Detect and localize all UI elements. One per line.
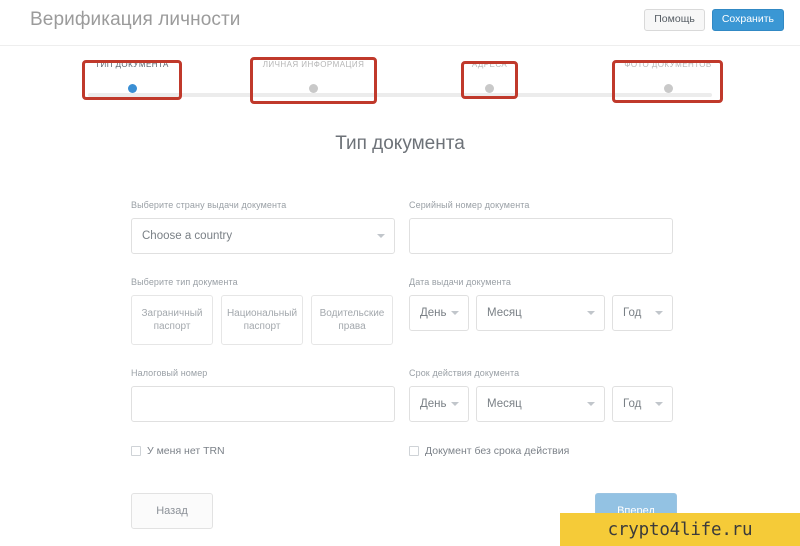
step-document-photos[interactable]: ФОТО ДОКУМЕНТОВ xyxy=(617,60,719,93)
field-tax-number: Налоговый номер xyxy=(131,368,395,422)
verification-form: Выберите страну выдачи документа Choose … xyxy=(131,200,673,480)
chevron-down-icon xyxy=(451,311,459,315)
stepper-track xyxy=(88,93,712,97)
chevron-down-icon xyxy=(587,402,595,406)
country-select[interactable]: Choose a country xyxy=(131,218,395,254)
expiry-date-month-value: Месяц xyxy=(487,398,522,410)
form-row-2: Выберите тип документа Заграничный паспо… xyxy=(131,277,673,345)
issue-date-day-value: День xyxy=(420,307,447,319)
expiry-date-year-select[interactable]: Год xyxy=(612,386,673,422)
no-expiry-checkbox-row[interactable]: Документ без срока действия xyxy=(409,445,673,457)
form-row-1: Выберите страну выдачи документа Choose … xyxy=(131,200,673,254)
help-button[interactable]: Помощь xyxy=(644,9,705,31)
no-trn-checkbox-row[interactable]: У меня нет TRN xyxy=(131,445,395,457)
expiry-date-group: День Месяц Год xyxy=(409,386,673,422)
chevron-down-icon xyxy=(655,402,663,406)
chevron-down-icon xyxy=(451,402,459,406)
form-row-3: Налоговый номер Срок действия документа … xyxy=(131,368,673,422)
step-personal-information[interactable]: ЛИЧНАЯ ИНФОРМАЦИЯ xyxy=(255,60,372,93)
watermark-banner: crypto4life.ru xyxy=(560,513,800,546)
document-type-options: Заграничный паспорт Национальный паспорт… xyxy=(131,295,395,345)
expiry-date-month-select[interactable]: Месяц xyxy=(476,386,605,422)
issue-date-year-value: Год xyxy=(623,307,642,319)
field-issue-date: Дата выдачи документа День Месяц Год xyxy=(409,277,673,345)
step-dot-active xyxy=(127,84,137,93)
step-dot xyxy=(663,84,673,93)
no-expiry-label: Документ без срока действия xyxy=(425,445,570,457)
document-type-label: Выберите тип документа xyxy=(131,277,238,287)
form-row-4: У меня нет TRN Документ без срока действ… xyxy=(131,445,673,457)
no-expiry-checkbox[interactable] xyxy=(409,446,419,456)
issue-date-month-value: Месяц xyxy=(487,307,522,319)
chevron-down-icon xyxy=(587,311,595,315)
issue-date-day-select[interactable]: День xyxy=(409,295,469,331)
expiry-date-day-value: День xyxy=(420,398,447,410)
country-select-value: Choose a country xyxy=(142,230,233,242)
header-actions: Помощь Сохранить xyxy=(644,9,784,31)
step-dot xyxy=(485,84,494,93)
progress-stepper: ТИП ДОКУМЕНТА ЛИЧНАЯ ИНФОРМАЦИЯ АДРЕСА Ф… xyxy=(0,47,800,113)
step-label: АДРЕСА xyxy=(471,60,508,69)
issue-date-label: Дата выдачи документа xyxy=(409,277,511,287)
chevron-down-icon xyxy=(377,234,385,238)
step-addresses[interactable]: АДРЕСА xyxy=(461,60,518,93)
tax-number-input[interactable] xyxy=(131,386,395,422)
save-button[interactable]: Сохранить xyxy=(711,9,784,31)
chevron-down-icon xyxy=(655,311,663,315)
issue-date-month-select[interactable]: Месяц xyxy=(476,295,605,331)
doctype-option-foreign-passport[interactable]: Заграничный паспорт xyxy=(131,295,213,345)
field-document-type: Выберите тип документа Заграничный паспо… xyxy=(131,277,395,345)
issue-date-group: День Месяц Год xyxy=(409,295,673,331)
expiry-date-year-value: Год xyxy=(623,398,642,410)
tax-number-label: Налоговый номер xyxy=(131,368,208,378)
watermark-text: crypto4life.ru xyxy=(607,519,753,540)
no-trn-label: У меня нет TRN xyxy=(147,445,225,457)
serial-number-label: Серийный номер документа xyxy=(409,200,530,210)
issue-date-year-select[interactable]: Год xyxy=(612,295,673,331)
form-heading: Тип документа xyxy=(335,133,465,154)
step-label: ФОТО ДОКУМЕНТОВ xyxy=(624,60,712,69)
page-title: Верификация личности xyxy=(30,9,241,30)
step-label: ТИП ДОКУМЕНТА xyxy=(95,60,169,69)
doctype-option-drivers-license[interactable]: Водительские права xyxy=(311,295,393,345)
expiry-date-label: Срок действия документа xyxy=(409,368,520,378)
field-country: Выберите страну выдачи документа Choose … xyxy=(131,200,395,254)
expiry-date-day-select[interactable]: День xyxy=(409,386,469,422)
field-no-trn: У меня нет TRN xyxy=(131,445,395,457)
field-no-expiry: Документ без срока действия xyxy=(409,445,673,457)
field-expiry-date: Срок действия документа День Месяц Год xyxy=(409,368,673,422)
serial-number-input[interactable] xyxy=(409,218,673,254)
field-serial-number: Серийный номер документа xyxy=(409,200,673,254)
step-label: ЛИЧНАЯ ИНФОРМАЦИЯ xyxy=(262,60,365,69)
country-label: Выберите страну выдачи документа xyxy=(131,200,287,210)
no-trn-checkbox[interactable] xyxy=(131,446,141,456)
step-document-type[interactable]: ТИП ДОКУМЕНТА xyxy=(91,60,173,93)
doctype-option-national-passport[interactable]: Национальный паспорт xyxy=(221,295,303,345)
step-dot xyxy=(309,84,318,93)
back-button[interactable]: Назад xyxy=(131,493,213,529)
app-header: Верификация личности Помощь Сохранить xyxy=(0,0,800,46)
